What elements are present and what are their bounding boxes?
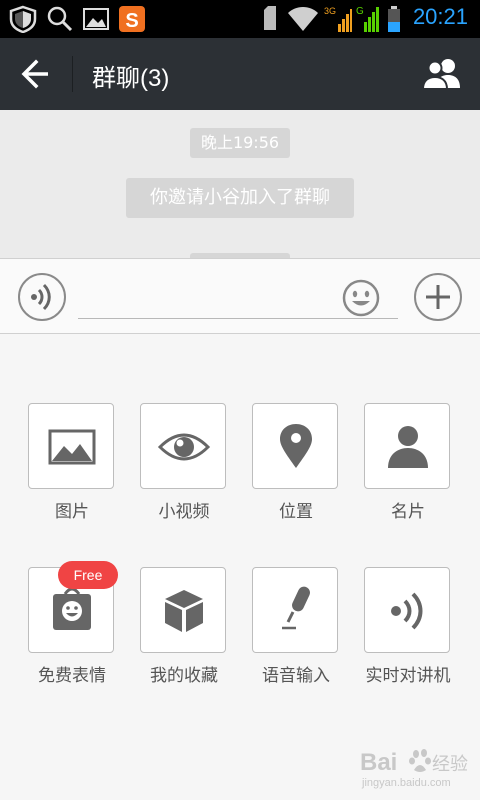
tile-short-video-label: 小视频 (158, 502, 210, 522)
image-icon (48, 429, 96, 465)
tile-voice-input-box (252, 567, 338, 653)
tile-walkie-talkie[interactable]: 实时对讲机 (364, 567, 452, 686)
voice-mode-button[interactable] (18, 273, 66, 321)
title-bar: 群聊(3) (0, 38, 480, 110)
walkie-talkie-icon (391, 592, 423, 630)
tile-location-label: 位置 (279, 502, 313, 522)
watermark-suffix: 经验 (432, 754, 468, 775)
microphone-icon (282, 586, 310, 630)
tile-image[interactable]: 图片 (28, 403, 116, 522)
baidu-watermark: Bai 经验 jingyan.baidu.com (360, 742, 476, 790)
baidu-paw-logo: Bai 经验 jingyan.baidu.com (360, 749, 468, 789)
group-members-icon (421, 59, 460, 90)
message-timestamp: 晚上19:56 (190, 128, 290, 158)
sd-card-icon (264, 6, 276, 30)
title-divider (72, 56, 73, 92)
page-title: 群聊(3) (92, 65, 170, 92)
signal-g-icon: G (356, 6, 380, 34)
tile-free-stickers[interactable]: 免费表情 Free (28, 561, 118, 686)
plus-icon (426, 285, 450, 309)
svg-text:S: S (125, 10, 138, 32)
shield-icon (9, 5, 37, 33)
gallery-icon (83, 8, 109, 30)
watermark-brand: Bai (360, 749, 397, 776)
wifi-icon (288, 7, 318, 31)
clock: 20:21 (412, 4, 468, 29)
attachment-panel: 图片 小视频 位置 名片 免费表情 Free 我的收藏 语音输入 实时对讲机 (0, 334, 480, 800)
tile-image-box (28, 403, 114, 489)
emoji-icon (342, 279, 380, 317)
status-bar: S 3G G 20:21 (0, 0, 480, 38)
contact-card-icon (388, 426, 428, 468)
tile-voice-input[interactable]: 语音输入 (252, 567, 340, 686)
tile-location[interactable]: 位置 (252, 403, 340, 522)
chat-area[interactable]: 晚上19:56 你邀请小谷加入了群聊 (0, 110, 480, 258)
tile-short-video-box (140, 403, 226, 489)
favorites-box-icon (165, 590, 203, 632)
location-pin-icon (280, 424, 312, 468)
tile-favorites-label: 我的收藏 (150, 666, 218, 686)
search-icon (47, 6, 73, 32)
app-s-icon: S (119, 6, 145, 32)
tile-free-stickers-label: 免费表情 (38, 666, 106, 686)
watermark-url: jingyan.baidu.com (361, 777, 451, 789)
system-message: 你邀请小谷加入了群聊 (126, 178, 354, 218)
tile-contact-card-box (364, 403, 450, 489)
back-arrow-icon (21, 59, 48, 89)
tile-favorites[interactable]: 我的收藏 (140, 567, 228, 686)
signal-3g-icon: 3G (324, 6, 352, 34)
tile-voice-input-label: 语音输入 (262, 666, 330, 686)
group-members-button[interactable] (420, 56, 464, 92)
eye-video-icon (157, 433, 211, 461)
tile-favorites-box (140, 567, 226, 653)
tile-contact-card-label: 名片 (391, 502, 425, 522)
battery-icon (388, 6, 400, 32)
input-bar (0, 258, 480, 334)
emoji-button[interactable] (342, 279, 380, 317)
more-actions-button[interactable] (414, 273, 462, 321)
tile-short-video[interactable]: 小视频 (140, 403, 228, 522)
tile-contact-card[interactable]: 名片 (364, 403, 452, 522)
tile-walkie-talkie-box (364, 567, 450, 653)
tile-walkie-talkie-label: 实时对讲机 (365, 666, 451, 686)
voice-icon (31, 283, 51, 311)
free-badge: Free (58, 561, 118, 589)
back-button[interactable] (16, 56, 56, 92)
tile-image-label: 图片 (55, 502, 89, 522)
tile-location-box (252, 403, 338, 489)
